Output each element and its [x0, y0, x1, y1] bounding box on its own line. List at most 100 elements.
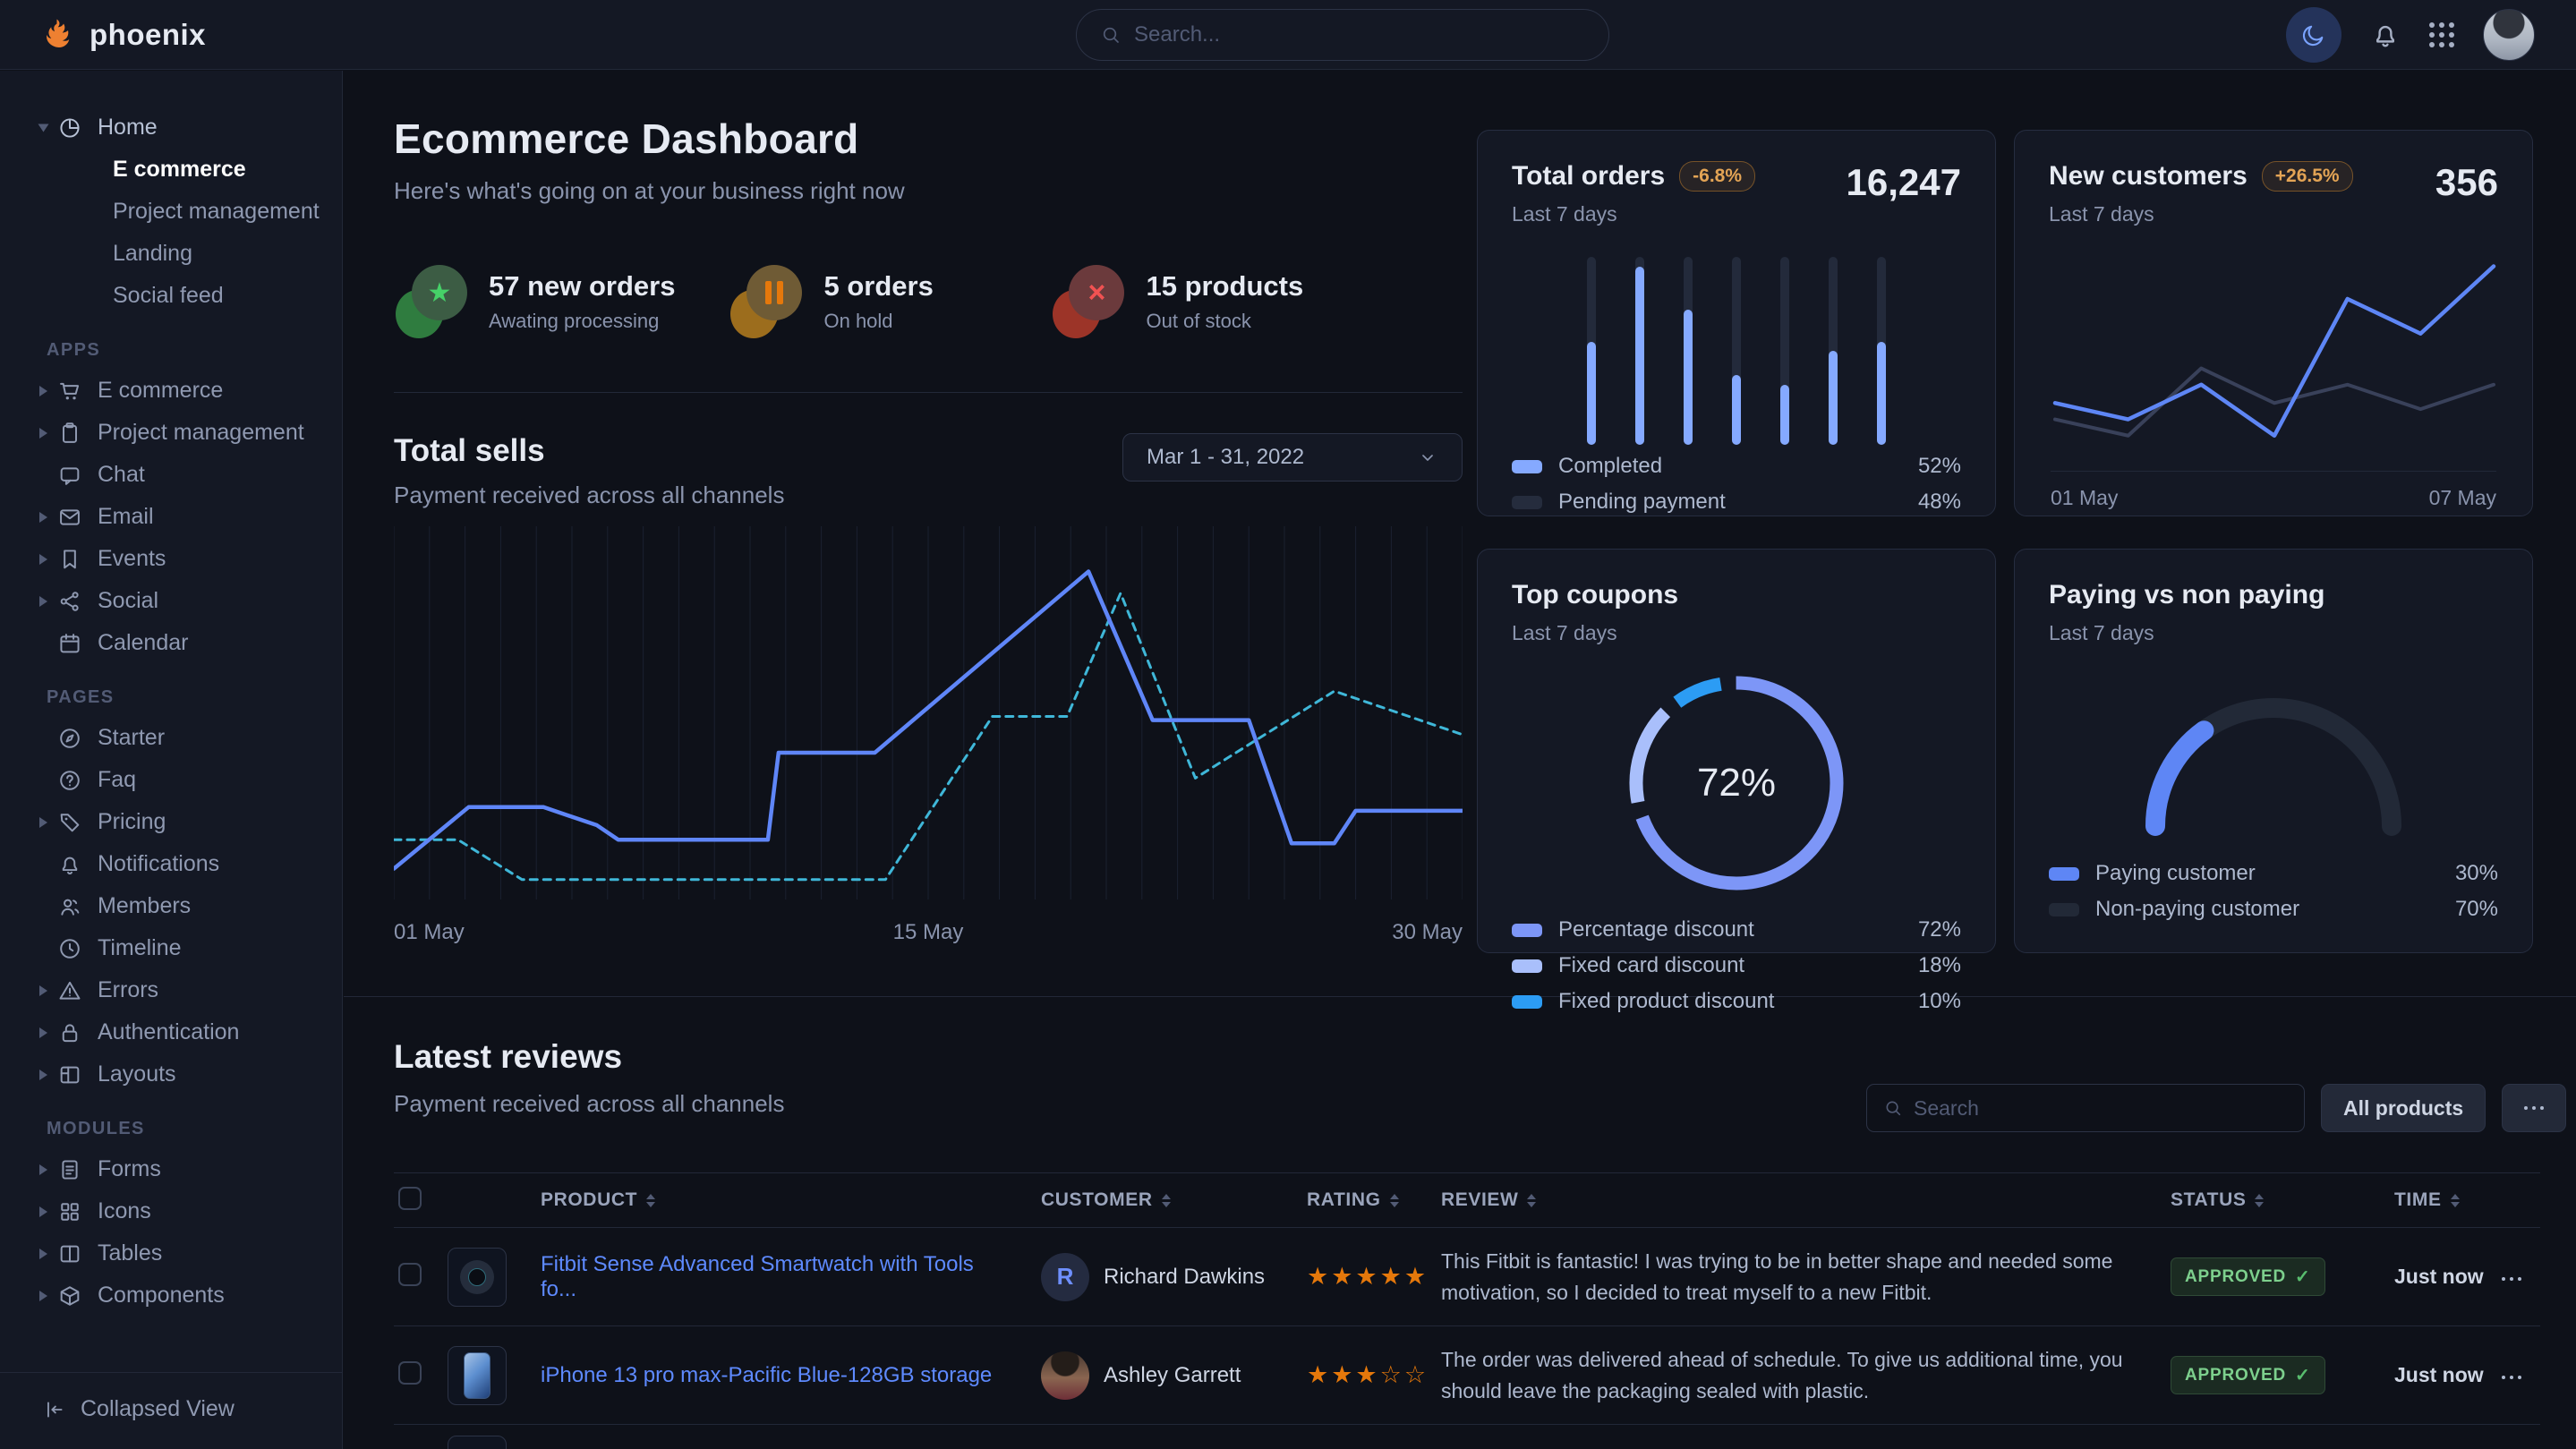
search-icon [1883, 1098, 1903, 1118]
product-link[interactable]: Fitbit Sense Advanced Smartwatch with To… [541, 1252, 1041, 1302]
row-actions-button[interactable] [2502, 1270, 2521, 1283]
caret-right-icon [39, 1291, 57, 1301]
column-header-product[interactable]: PRODUCT [541, 1189, 1041, 1211]
apps-grid-button[interactable] [2429, 22, 2454, 47]
theme-toggle-button[interactable] [2286, 7, 2341, 63]
product-thumbnail-smartwatch[interactable] [448, 1248, 507, 1307]
table-icon [57, 1241, 82, 1266]
product-thumbnail[interactable] [448, 1436, 507, 1449]
chat-icon [57, 463, 82, 488]
sidebar-item-home-ecommerce[interactable]: E commerce [39, 149, 342, 191]
bell-icon [57, 852, 82, 877]
document-icon [57, 1157, 82, 1182]
ecommerce-dashboard-page: phoenix Home E commerce Project manageme… [0, 0, 2576, 1449]
change-badge: -6.8% [1679, 161, 1755, 192]
row-actions-button[interactable] [2502, 1368, 2521, 1382]
sidebar-item-chat[interactable]: Chat [39, 454, 342, 496]
section-divider [344, 996, 2576, 997]
stat-new-orders: ★ 57 new ordersAwating processing [394, 263, 675, 340]
brand[interactable]: phoenix [41, 17, 206, 53]
card-period: Last 7 days [2049, 202, 2353, 226]
sidebar-item-faq[interactable]: Faq [39, 759, 342, 801]
page-subtitle: Here's what's going on at your business … [394, 177, 905, 205]
select-all-checkbox[interactable] [398, 1187, 422, 1210]
sidebar-item-errors[interactable]: Errors [39, 969, 342, 1011]
sidebar-item-authentication[interactable]: Authentication [39, 1011, 342, 1053]
column-header-status[interactable]: STATUS [2171, 1189, 2394, 1211]
rating-stars: ★★★★★ [1307, 1263, 1429, 1290]
sort-icon [2255, 1194, 2264, 1207]
customer-avatar[interactable]: R [1041, 1253, 1089, 1301]
review-time: Just now [2394, 1265, 2484, 1288]
chevron-down-icon [1417, 447, 1438, 468]
card-title: Top coupons [1512, 580, 1678, 609]
sidebar-item-layouts[interactable]: Layouts [39, 1053, 342, 1095]
compass-icon [57, 726, 82, 751]
collapsed-view-toggle[interactable]: Collapsed View [0, 1372, 342, 1449]
sidebar-item-starter[interactable]: Starter [39, 717, 342, 759]
sidebar-item-notifications[interactable]: Notifications [39, 843, 342, 885]
sidebar-item-calendar[interactable]: Calendar [39, 622, 342, 664]
sort-icon [646, 1194, 655, 1207]
card-title: Total orders [1512, 161, 1665, 192]
ellipsis-icon [2502, 1376, 2521, 1379]
sidebar-item-project-management[interactable]: Project management [39, 412, 342, 454]
date-range-select[interactable]: Mar 1 - 31, 2022 [1122, 433, 1463, 482]
sidebar-item-forms[interactable]: Forms [39, 1148, 342, 1190]
sidebar: Home E commerce Project management Landi… [0, 71, 343, 1449]
tag-icon [57, 810, 82, 835]
product-link[interactable]: iPhone 13 pro max-Pacific Blue-128GB sto… [541, 1363, 1041, 1388]
sidebar-item-members[interactable]: Members [39, 885, 342, 927]
customer-avatar[interactable] [1041, 1351, 1089, 1400]
sidebar-item-icons[interactable]: Icons [39, 1190, 342, 1232]
sidebar-item-email[interactable]: Email [39, 496, 342, 538]
column-header-time[interactable]: TIME [2394, 1189, 2502, 1211]
row-checkbox[interactable] [398, 1263, 422, 1286]
calendar-icon [57, 631, 82, 656]
column-header-customer[interactable]: CUSTOMER [1041, 1189, 1307, 1211]
reviews-search-input[interactable] [1914, 1096, 2288, 1121]
reviews-more-button[interactable] [2502, 1084, 2566, 1132]
layout-icon [57, 1062, 82, 1087]
sidebar-item-pricing[interactable]: Pricing [39, 801, 342, 843]
x-status-icon: × [1051, 263, 1128, 340]
row-checkbox[interactable] [398, 1361, 422, 1385]
notifications-button[interactable] [2370, 20, 2401, 50]
check-icon: ✓ [2295, 1364, 2311, 1386]
card-title: Paying vs non paying [2049, 580, 2324, 609]
reviews-controls: All products [1866, 1084, 2566, 1132]
caret-right-icon [39, 985, 57, 996]
grid-4-icon [57, 1199, 82, 1224]
sidebar-item-events[interactable]: Events [39, 538, 342, 580]
sidebar-item-home[interactable]: Home [39, 107, 342, 149]
sidebar-item-components[interactable]: Components [39, 1274, 342, 1317]
product-thumbnail-iphone[interactable] [448, 1346, 507, 1405]
card-period: Last 7 days [2049, 621, 2498, 645]
quick-stats: ★ 57 new ordersAwating processing 5 orde… [394, 263, 1463, 393]
global-search[interactable] [1076, 9, 1609, 61]
sidebar-item-home-social-feed[interactable]: Social feed [39, 275, 342, 317]
sidebar-item-ecommerce[interactable]: E commerce [39, 370, 342, 412]
sidebar-item-timeline[interactable]: Timeline [39, 927, 342, 969]
legend-item: Paying customer30% [2049, 861, 2498, 886]
all-products-filter-button[interactable]: All products [2321, 1084, 2486, 1132]
change-badge: +26.5% [2262, 161, 2353, 192]
global-search-input[interactable] [1134, 22, 1585, 47]
sidebar-item-home-project-management[interactable]: Project management [39, 191, 342, 233]
reviews-search[interactable] [1866, 1084, 2305, 1132]
page-title: Ecommerce Dashboard [394, 115, 905, 163]
sort-icon [2451, 1194, 2460, 1207]
sidebar-item-social[interactable]: Social [39, 580, 342, 622]
legend-item: Percentage discount72% [1512, 917, 1961, 942]
stat-orders-on-hold: 5 ordersOn hold [729, 263, 997, 340]
sidebar-item-tables[interactable]: Tables [39, 1232, 342, 1274]
caret-right-icon [39, 596, 57, 607]
caret-right-icon [39, 512, 57, 523]
status-badge: APPROVED✓ [2171, 1257, 2325, 1296]
user-avatar[interactable] [2483, 9, 2535, 61]
column-header-rating[interactable]: RATING [1307, 1189, 1441, 1211]
column-header-review[interactable]: REVIEW [1441, 1189, 2171, 1211]
new-customers-card: New customers +26.5% Last 7 days 356 01 … [2014, 130, 2533, 516]
card-period: Last 7 days [1512, 202, 1755, 226]
sidebar-item-home-landing[interactable]: Landing [39, 233, 342, 275]
